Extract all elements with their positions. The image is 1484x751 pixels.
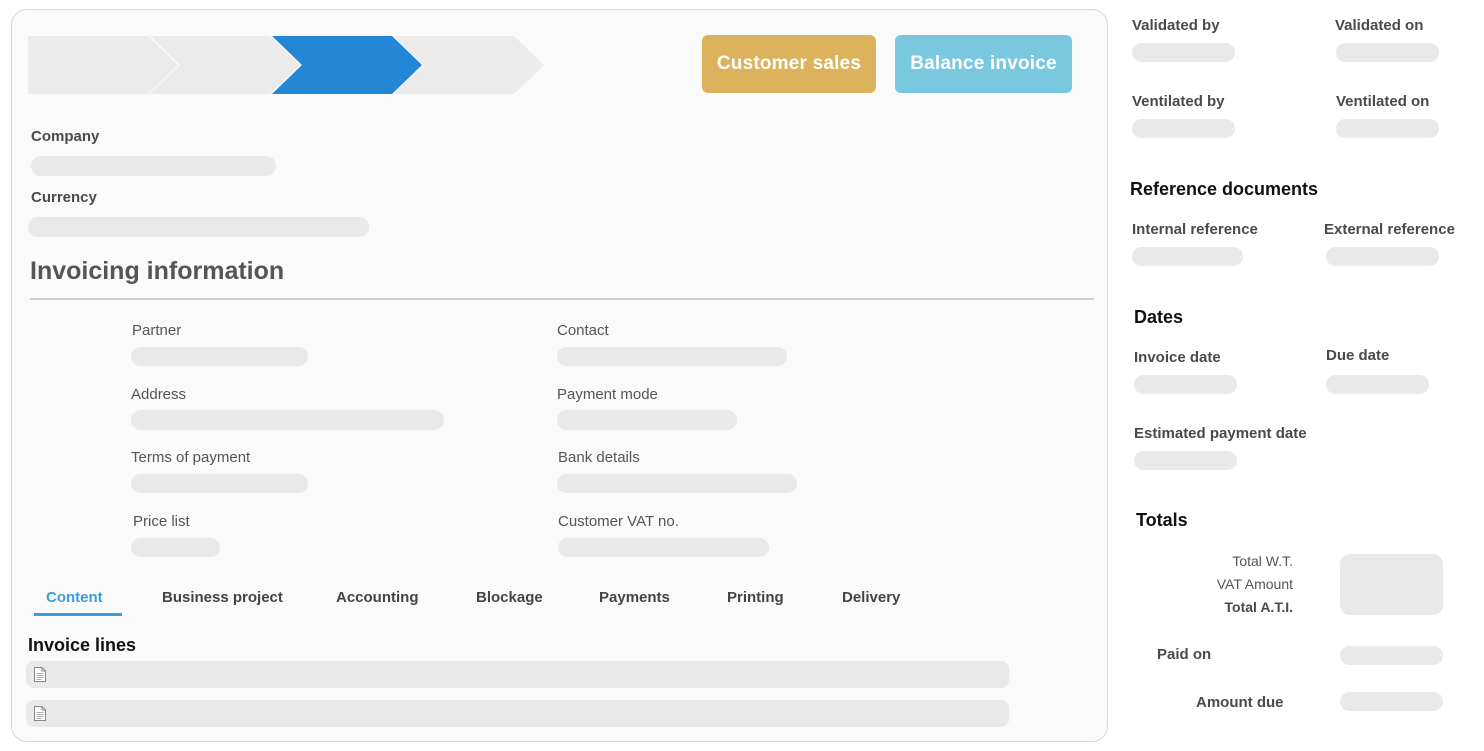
company-label: Company xyxy=(31,128,100,145)
price-list-label: Price list xyxy=(133,513,190,530)
due-date-label: Due date xyxy=(1326,347,1390,364)
external-reference-label: External reference xyxy=(1324,221,1455,238)
reference-documents-heading: Reference documents xyxy=(1130,179,1319,199)
active-tab-indicator xyxy=(34,613,122,616)
invoicing-information-heading: Invoicing information xyxy=(30,257,285,285)
paid-on-label: Paid on xyxy=(1157,646,1212,663)
due-date-field[interactable] xyxy=(1326,375,1429,394)
vat-amount-label: VAT Amount xyxy=(1216,576,1293,592)
tab-accounting[interactable]: Accounting xyxy=(336,589,419,606)
ventilated-on-field xyxy=(1336,119,1439,138)
invoice-form-panel: Customer sales Balance invoice Company C… xyxy=(11,9,1108,742)
section-divider xyxy=(30,298,1094,300)
document-icon xyxy=(34,706,46,721)
currency-field[interactable] xyxy=(28,217,369,237)
customer-vat-field[interactable] xyxy=(558,538,769,557)
estimated-payment-date-field[interactable] xyxy=(1134,451,1237,470)
currency-label: Currency xyxy=(31,189,97,206)
partner-field[interactable] xyxy=(131,347,308,366)
ventilated-on-label: Ventilated on xyxy=(1336,93,1430,110)
paid-on-field xyxy=(1340,646,1443,665)
estimated-payment-date-label: Estimated payment date xyxy=(1134,425,1307,442)
bank-details-field[interactable] xyxy=(557,474,797,493)
tab-blockage[interactable]: Blockage xyxy=(476,589,543,606)
tab-payments[interactable]: Payments xyxy=(599,589,670,606)
tab-content[interactable]: Content xyxy=(46,589,103,606)
total-wt-label: Total W.T. xyxy=(1232,553,1293,569)
tab-delivery[interactable]: Delivery xyxy=(842,589,900,606)
total-ati-label: Total A.T.I. xyxy=(1224,599,1293,615)
terms-of-payment-field[interactable] xyxy=(131,474,308,493)
amount-due-label: Amount due xyxy=(1196,694,1284,711)
invoice-line-row[interactable] xyxy=(26,661,1009,688)
step-draft[interactable] xyxy=(28,36,178,94)
amount-due-field xyxy=(1340,692,1443,711)
company-field[interactable] xyxy=(31,156,276,176)
invoice-line-row[interactable] xyxy=(26,700,1009,727)
ventilated-by-field xyxy=(1132,119,1235,138)
tab-business-project[interactable]: Business project xyxy=(162,589,283,606)
bank-details-label: Bank details xyxy=(558,449,640,466)
document-icon xyxy=(34,667,46,682)
internal-reference-field[interactable] xyxy=(1132,247,1243,266)
customer-vat-label: Customer VAT no. xyxy=(558,513,679,530)
terms-of-payment-label: Terms of payment xyxy=(131,449,251,466)
partner-label: Partner xyxy=(132,322,182,339)
validated-by-field xyxy=(1132,43,1235,62)
price-list-field[interactable] xyxy=(131,538,220,557)
contact-label: Contact xyxy=(557,322,609,339)
validated-by-label: Validated by xyxy=(1132,17,1220,34)
totals-values-box xyxy=(1340,554,1443,615)
address-field[interactable] xyxy=(131,410,444,430)
tab-printing[interactable]: Printing xyxy=(727,589,784,606)
invoice-lines-heading: Invoice lines xyxy=(28,635,137,655)
internal-reference-label: Internal reference xyxy=(1132,221,1258,238)
payment-mode-field[interactable] xyxy=(557,410,737,430)
validated-on-label: Validated on xyxy=(1335,17,1424,34)
invoice-date-field[interactable] xyxy=(1134,375,1237,394)
balance-invoice-button[interactable]: Balance invoice xyxy=(895,35,1072,93)
payment-mode-label: Payment mode xyxy=(557,386,658,403)
invoice-date-label: Invoice date xyxy=(1134,349,1221,366)
totals-heading: Totals xyxy=(1136,510,1188,530)
status-stepper xyxy=(28,36,544,94)
dates-heading: Dates xyxy=(1134,307,1184,327)
contact-field[interactable] xyxy=(557,347,787,366)
address-label: Address xyxy=(131,386,187,403)
validated-on-field xyxy=(1336,43,1439,62)
customer-sales-button[interactable]: Customer sales xyxy=(702,35,876,93)
ventilated-by-label: Ventilated by xyxy=(1132,93,1225,110)
external-reference-field[interactable] xyxy=(1326,247,1439,266)
